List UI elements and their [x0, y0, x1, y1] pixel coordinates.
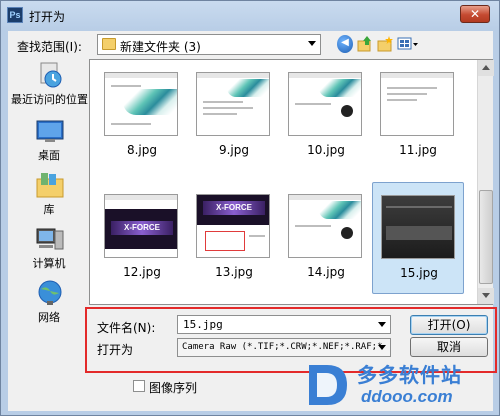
- up-folder-icon[interactable]: [357, 35, 373, 53]
- file-thumbnail: X-FORCE: [196, 194, 270, 258]
- computer-icon: [35, 225, 65, 253]
- title-bar[interactable]: Ps 打开为 ✕: [1, 1, 499, 31]
- place-label: 库: [43, 203, 55, 216]
- file-thumbnail: [380, 72, 454, 136]
- watermark-title: 多多软件站: [357, 363, 462, 387]
- place-label: 计算机: [32, 257, 66, 270]
- file-name: 14.jpg: [307, 265, 345, 279]
- scroll-down-icon[interactable]: [478, 288, 494, 304]
- open-as-label: 打开为: [97, 343, 134, 357]
- desktop-icon: [35, 117, 65, 145]
- image-sequence-checkbox[interactable]: [133, 380, 145, 392]
- open-as-dialog: Ps 打开为 ✕ 查找范围(I): 新建文件夹 (3) ◀ 最近访问的位置 桌面: [0, 0, 500, 416]
- scroll-up-icon[interactable]: [478, 60, 494, 76]
- network-icon: [35, 279, 65, 307]
- place-libraries[interactable]: 库: [11, 169, 87, 223]
- file-item[interactable]: 10.jpg: [280, 64, 372, 170]
- file-item[interactable]: 11.jpg: [372, 64, 464, 170]
- file-item[interactable]: X-FORCE 13.jpg: [188, 186, 280, 292]
- new-folder-icon[interactable]: [377, 35, 393, 53]
- cancel-button[interactable]: 取消: [410, 337, 488, 357]
- chevron-down-icon[interactable]: [378, 322, 386, 327]
- folder-icon: [102, 38, 116, 50]
- file-item[interactable]: 9.jpg: [188, 64, 280, 170]
- scroll-thumb[interactable]: [479, 190, 493, 284]
- place-label: 桌面: [38, 149, 60, 162]
- file-thumbnail: [381, 195, 455, 259]
- file-name: 10.jpg: [307, 143, 345, 157]
- watermark-url: ddooo.com: [361, 387, 453, 406]
- filename-value: 15.jpg: [183, 318, 223, 331]
- filename-label: 文件名(N):: [97, 321, 156, 335]
- file-list[interactable]: 8.jpg 9.jpg 10.jpg 11.jpg X-FORCE 12.jpg…: [89, 59, 494, 305]
- close-button[interactable]: ✕: [460, 5, 490, 23]
- file-item-selected[interactable]: 15.jpg: [372, 182, 464, 294]
- look-in-dropdown[interactable]: 新建文件夹 (3): [97, 34, 321, 55]
- chevron-down-icon: [378, 345, 386, 350]
- filename-input[interactable]: 15.jpg: [177, 315, 391, 334]
- place-network[interactable]: 网络: [11, 277, 87, 331]
- dialog-title: 打开为: [29, 10, 66, 24]
- photoshop-icon: Ps: [7, 7, 23, 23]
- place-label: 网络: [38, 311, 60, 324]
- file-name: 9.jpg: [218, 143, 250, 157]
- open-button[interactable]: 打开(O): [410, 315, 488, 335]
- image-sequence-label: 图像序列: [149, 381, 198, 395]
- file-thumbnail: [196, 72, 270, 136]
- file-name: 11.jpg: [399, 143, 437, 157]
- open-as-value: Camera Raw (*.TIF;*.CRW;*.NEF;*.RAF;*.: [182, 342, 388, 352]
- watermark: 多多软件站 ddooo.com: [301, 355, 497, 413]
- file-name: 8.jpg: [126, 143, 158, 157]
- file-name: 15.jpg: [400, 266, 438, 280]
- views-menu-icon[interactable]: [397, 35, 419, 53]
- file-name: 12.jpg: [123, 265, 161, 279]
- file-item[interactable]: 8.jpg: [96, 64, 188, 170]
- places-bar: 最近访问的位置 桌面 库 计算机 网络: [11, 59, 88, 331]
- recent-places-icon: [35, 61, 65, 89]
- place-desktop[interactable]: 桌面: [11, 115, 87, 169]
- place-computer[interactable]: 计算机: [11, 223, 87, 277]
- chevron-down-icon: [308, 41, 316, 46]
- file-thumbnail: X-FORCE: [104, 194, 178, 258]
- back-icon[interactable]: ◀: [337, 35, 353, 53]
- look-in-value: 新建文件夹 (3): [120, 40, 201, 54]
- place-recent[interactable]: 最近访问的位置: [11, 59, 88, 113]
- file-thumbnail: [288, 194, 362, 258]
- file-name: 13.jpg: [215, 265, 253, 279]
- place-label: 最近访问的位置: [11, 93, 88, 106]
- file-item[interactable]: 14.jpg: [280, 186, 372, 292]
- file-thumbnail: [104, 72, 178, 136]
- look-in-label: 查找范围(I):: [17, 40, 82, 54]
- watermark-logo-icon: [301, 359, 351, 409]
- libraries-icon: [35, 171, 65, 199]
- close-icon: ✕: [469, 7, 481, 21]
- file-item[interactable]: X-FORCE 12.jpg: [96, 186, 188, 292]
- vertical-scrollbar[interactable]: [477, 60, 494, 304]
- file-thumbnail: [288, 72, 362, 136]
